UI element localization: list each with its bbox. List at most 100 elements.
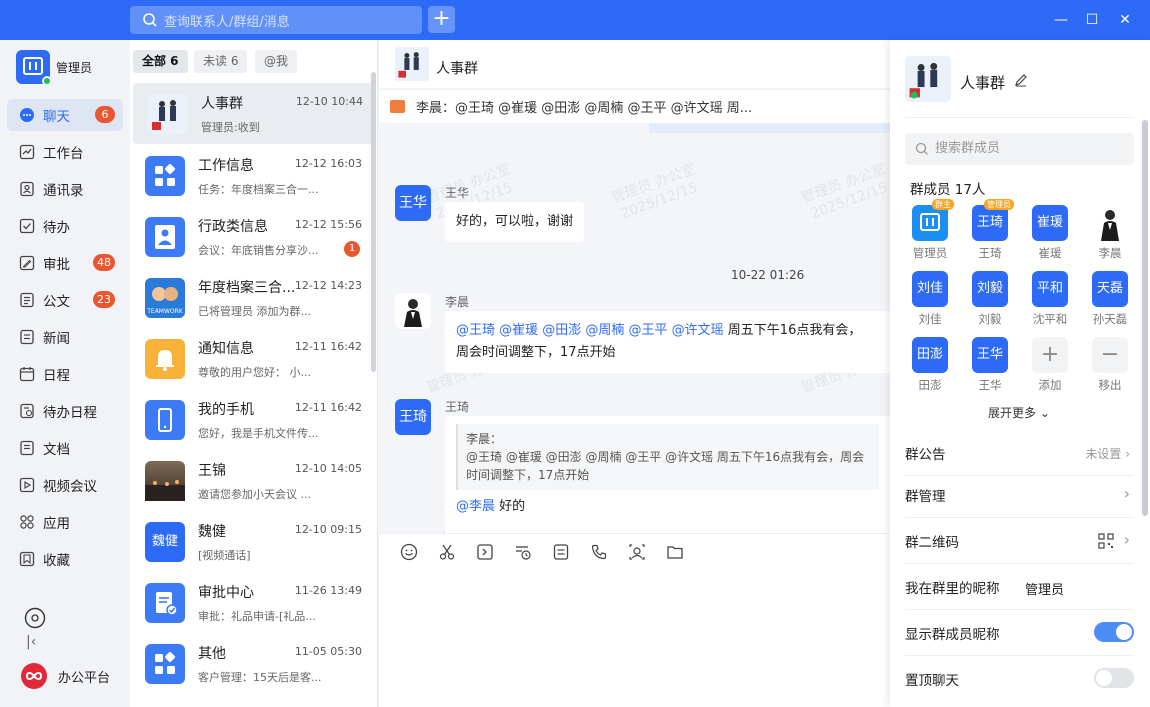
nav-item-favorites[interactable]: 收藏: [7, 543, 123, 575]
nav-item-label: 收藏: [43, 553, 70, 569]
message-area[interactable]: 管理员 办公室 2025/12/15 管理员 办公室 2025/12/15 管理…: [379, 123, 890, 533]
filter-all[interactable]: 全部 6: [133, 50, 188, 73]
nav-item-todo-schedule[interactable]: 待办日程: [7, 395, 123, 427]
video-call-icon[interactable]: [628, 543, 646, 561]
conversation-item[interactable]: 审批中心 11-26 13:49 审批：礼品申请-[礼品...: [130, 572, 372, 633]
member-name: 王华: [978, 378, 1002, 392]
nav-item-approval[interactable]: 审批 48: [7, 247, 123, 279]
member-name: 刘毅: [978, 312, 1002, 326]
contacts-icon: [20, 181, 34, 197]
group-announcement-row[interactable]: 群公告 未设置 ›: [905, 430, 1134, 476]
nav-item-schedule[interactable]: 日程: [7, 358, 123, 390]
nav-item-todo[interactable]: 待办: [7, 210, 123, 242]
message-bubble[interactable]: @王琦 @崔瑗 @田澎 @周楠 @王平 @许文瑶 周五下午16点我有会， 周会时…: [445, 311, 890, 373]
nav-item-workbench[interactable]: 工作台: [7, 136, 123, 168]
member-name: 田澎: [918, 378, 942, 392]
conversation-item[interactable]: 其他 11-05 05:30 客户管理：15天后是客...: [130, 633, 372, 694]
nav-item-documents-official[interactable]: 公文 23: [7, 284, 123, 316]
member-item[interactable]: 李晨: [1085, 205, 1135, 265]
member-item[interactable]: 天磊 孙天磊: [1085, 271, 1135, 331]
nav-item-news[interactable]: 新闻: [7, 321, 123, 353]
conversation-preview: 已将管理员 添加为群...: [198, 305, 311, 318]
conversation-item[interactable]: 魏健 魏健 12-10 09:15 [视频通话]: [130, 511, 372, 572]
add-member-button[interactable]: + 添加: [1025, 337, 1075, 397]
maximize-icon[interactable]: ☐: [1080, 8, 1104, 32]
todo-schedule-icon: [20, 403, 34, 419]
toggle-knob: [1116, 624, 1132, 640]
conversation-item[interactable]: 行政类信息 12-12 15:56 会议：年底销售分享沙... 1: [130, 206, 372, 267]
member-avatar: 田澎: [912, 337, 948, 373]
my-group-nickname-row[interactable]: 我在群里的昵称 管理员: [905, 564, 1134, 610]
group-management-row[interactable]: 群管理 ›: [905, 472, 1134, 518]
member-item[interactable]: 平和 沈平和: [1025, 271, 1075, 331]
conversation-name: 通知信息: [198, 341, 254, 357]
message-text: 好的: [495, 499, 526, 514]
conversation-item[interactable]: 通知信息 12-11 16:42 尊敬的用户您好： 小...: [130, 328, 372, 389]
nav-item-chat[interactable]: 聊天 6: [7, 99, 123, 131]
group-qrcode-row[interactable]: 群二维码 ›: [905, 518, 1134, 564]
member-avatar-photo: [1092, 205, 1128, 241]
conversation-item[interactable]: TEAMWORK 年度档案三合... 12-12 14:23 已将管理员 添加为…: [130, 267, 372, 328]
member-item[interactable]: 刘佳 刘佳: [905, 271, 955, 331]
member-search-input[interactable]: 搜索群成员: [905, 133, 1134, 165]
mention[interactable]: @李晨: [456, 499, 495, 514]
conversation-name: 工作信息: [198, 158, 254, 174]
message-bubble[interactable]: 李晨： @王琦 @崔瑗 @田澎 @周楠 @王平 @许文瑶 周五下午16点我有会，…: [445, 416, 890, 533]
sender-avatar-photo[interactable]: [395, 293, 431, 329]
expand-more-button[interactable]: 展开更多 ⌄: [988, 404, 1050, 421]
conversation-time: 12-11 16:42: [294, 340, 362, 353]
create-button[interactable]: +: [428, 6, 455, 33]
conversation-item[interactable]: 工作信息 12-12 16:03 任务：年度档案三合一...: [130, 145, 372, 206]
member-avatar: 群主: [912, 199, 954, 241]
folder-icon[interactable]: [666, 543, 684, 561]
office-platform-button[interactable]: 办公平台: [20, 662, 110, 690]
mention-list[interactable]: @王琦 @崔瑗 @田澎 @周楠 @王平 @许文瑶: [456, 323, 724, 338]
screenshot-scissors-icon[interactable]: [438, 543, 456, 561]
user-profile[interactable]: 管理员: [16, 50, 92, 86]
conversation-preview: 尊敬的用户您好： 小...: [198, 366, 311, 379]
member-item[interactable]: 群主 管理员: [905, 199, 955, 265]
conversation-item[interactable]: 人事群 12-10 10:44 管理员:收到: [133, 83, 373, 144]
collapse-sidebar-icon[interactable]: |‹: [26, 634, 36, 650]
conversation-preview: 邀请您参加小天会议 ...: [198, 488, 311, 501]
emoji-icon[interactable]: [400, 543, 418, 561]
quoted-message[interactable]: 李晨： @王琦 @崔瑗 @田澎 @周楠 @王平 @许文瑶 周五下午16点我有会，…: [456, 424, 879, 490]
member-item[interactable]: 王琦 管理员 王琦: [965, 199, 1015, 265]
show-member-nickname-toggle[interactable]: [1094, 622, 1134, 642]
close-icon[interactable]: ✕: [1113, 8, 1137, 32]
global-search-input[interactable]: 查询联系人/群组/消息: [130, 6, 422, 34]
send-file-icon[interactable]: [476, 543, 494, 561]
remove-circle-icon: −: [1092, 337, 1128, 373]
history-icon[interactable]: [514, 543, 532, 561]
mini-program-icon[interactable]: [24, 607, 46, 629]
filter-unread[interactable]: 未读 6: [194, 50, 248, 73]
conversation-name: 魏健: [198, 524, 226, 540]
member-item[interactable]: 刘毅 刘毅: [965, 271, 1015, 331]
minimize-icon[interactable]: —: [1049, 8, 1073, 32]
message-bubble[interactable]: 好的，可以啦，谢谢: [445, 202, 585, 242]
nav-item-video-meeting[interactable]: 视频会议: [7, 469, 123, 501]
remove-member-button[interactable]: − 移出: [1085, 337, 1135, 397]
member-avatar: 刘佳: [912, 271, 948, 307]
filter-mention[interactable]: @我: [255, 50, 298, 73]
member-item[interactable]: 崔瑗 崔瑗: [1025, 205, 1075, 265]
conversation-item[interactable]: 王锦 12-10 14:05 邀请您参加小天会议 ...: [130, 450, 372, 511]
pin-chat-toggle[interactable]: [1094, 668, 1134, 688]
member-item[interactable]: 王华 王华: [965, 337, 1015, 397]
toggle-knob: [1096, 670, 1112, 686]
note-icon[interactable]: [552, 543, 570, 561]
panel-scrollbar[interactable]: [1142, 120, 1148, 516]
conversation-item[interactable]: 我的手机 12-11 16:42 您好，我是手机文件传...: [130, 389, 372, 450]
pinned-message[interactable]: 李晨：@王琦 @崔瑗 @田澎 @周楠 @王平 @许文瑶 周...: [379, 89, 890, 123]
member-item[interactable]: 田澎 田澎: [905, 337, 955, 397]
nav-item-apps[interactable]: 应用: [7, 506, 123, 538]
sender-avatar[interactable]: 王华: [395, 185, 431, 221]
nav-item-files[interactable]: 文档: [7, 432, 123, 464]
sender-avatar[interactable]: 王琦: [395, 399, 431, 435]
input-area[interactable]: [379, 533, 890, 707]
edit-pencil-icon[interactable]: [1014, 73, 1028, 87]
divider: [905, 117, 1134, 118]
nav-item-contacts[interactable]: 通讯录: [7, 173, 123, 205]
voice-call-icon[interactable]: [590, 543, 608, 561]
conversation-list-scrollbar[interactable]: [371, 72, 376, 372]
